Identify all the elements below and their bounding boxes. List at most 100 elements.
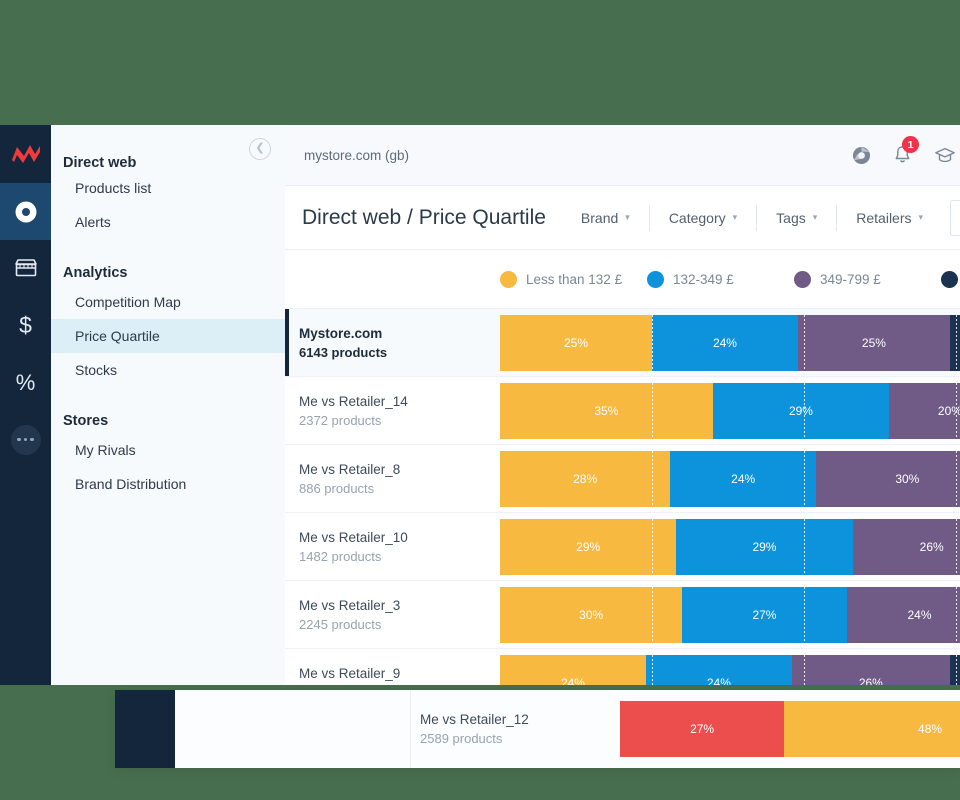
more-dots-icon [10, 424, 41, 455]
floating-bar-segment[interactable]: 27% [620, 701, 785, 757]
stacked-bar-segment[interactable]: 24% [500, 654, 646, 685]
legend-color-dot [794, 270, 811, 288]
stacked-bar-segment[interactable]: 27% [682, 586, 847, 643]
sidebar-item-products-list[interactable]: Products list [51, 171, 285, 205]
search-input[interactable]: Search [950, 199, 960, 236]
stacked-bar-segment-label: 30% [895, 471, 920, 486]
stacked-bar-segment[interactable]: 29% [712, 382, 890, 439]
chart-gridline [804, 314, 805, 371]
chevron-left-circle-icon[interactable]: ❮ [249, 138, 271, 160]
legend-item[interactable]: 132-349 £ [647, 270, 794, 288]
notifications-bell-icon[interactable]: 1 [893, 136, 919, 165]
chart-row[interactable]: Me vs Retailer_14 2372 products 35% 29% 20% [285, 377, 960, 445]
chart-row-name: Me vs Retailer_8 [299, 461, 401, 477]
floating-panel-rail [115, 690, 175, 768]
chart-row[interactable]: Me vs Retailer_9 2233 products 24% 24% 26% [285, 649, 960, 685]
rail-item-pricing[interactable]: $ [0, 297, 51, 354]
stacked-bar-segment[interactable]: 35% [500, 382, 713, 439]
rail-item-discounts[interactable]: % [0, 354, 51, 411]
chart-row[interactable]: Me vs Retailer_3 2245 products 30% 27% 24% [285, 581, 960, 649]
stacked-bar-segment-label: 24% [712, 335, 737, 350]
stacked-bar-segment-label: 29% [752, 539, 777, 554]
stacked-bar: 24% 24% 26% [500, 654, 960, 686]
stacked-bar-segment[interactable]: 26% [791, 654, 950, 686]
app-logo[interactable] [0, 125, 51, 183]
rail-item-store[interactable] [0, 240, 51, 297]
stacked-bar-segment-label: 25% [861, 335, 886, 350]
chart-row-products-count: 2233 products [299, 685, 500, 686]
chart-row-products-count: 2372 products [299, 412, 382, 428]
filter-bar: Brand ▾ Category ▾ Tags ▾ Retailers ▾ [562, 204, 942, 231]
filter-brand-label: Brand [580, 209, 619, 226]
filter-retailers[interactable]: Retailers ▾ [837, 205, 942, 231]
stacked-bar-segment[interactable]: 24% [652, 314, 798, 371]
top-bar: mystore.com (gb) 1 [285, 125, 960, 186]
chevron-down-icon: ▾ [625, 212, 630, 222]
floating-row-sub: 2589 products [420, 731, 503, 746]
stacked-bar-segment-label: 28% [573, 471, 598, 486]
sidebar-item-competition-map[interactable]: Competition Map [51, 285, 285, 319]
chart-row[interactable]: Me vs Retailer_8 886 products 28% 24% 30% [285, 445, 960, 513]
chart-gridline [956, 450, 957, 507]
filter-tags-label: Tags [776, 209, 806, 226]
stacked-bar-segment[interactable]: 24% [645, 654, 792, 686]
stacked-bar-segment[interactable]: 24% [846, 586, 960, 643]
stacked-bar-segment[interactable] [949, 314, 960, 371]
nav-heading-stores: Stores [63, 413, 109, 429]
chart-row[interactable]: Me vs Retailer_10 1482 products 29% 29% 26% [285, 513, 960, 581]
stacked-bar-segment[interactable]: 29% [500, 518, 677, 575]
stacked-bar-segment-label: 25% [563, 335, 589, 350]
stacked-bar-segment-label: 26% [858, 675, 883, 686]
chart-row-name: Mystore.com [299, 325, 383, 341]
stacked-bar-segment-label: 24% [706, 675, 731, 686]
sidebar-item-alerts[interactable]: Alerts [51, 205, 285, 239]
legend-item[interactable]: Less than 132 £ [500, 270, 647, 288]
filter-category[interactable]: Category ▾ [650, 204, 758, 231]
sidebar-item-stocks[interactable]: Stocks [51, 353, 285, 387]
legend-item[interactable]: 349-799 £ [794, 270, 941, 288]
stacked-bar-segment[interactable]: 25% [797, 314, 950, 371]
chart-gridline [956, 654, 957, 685]
chart-row-label: Me vs Retailer_10 1482 products [285, 513, 500, 580]
stacked-bar-segment[interactable]: 30% [500, 586, 683, 643]
page-title-bar: Direct web / Price Quartile Brand ▾ Cate… [285, 186, 960, 250]
chart-row-name: Me vs Retailer_3 [299, 597, 401, 613]
filter-tags[interactable]: Tags ▾ [757, 204, 838, 231]
sidebar-item-my-rivals[interactable]: My Rivals [51, 433, 285, 467]
chrome-extension-icon[interactable] [852, 146, 871, 165]
stacked-bar: 30% 27% 24% [500, 586, 960, 643]
stacked-bar-segment[interactable]: 25% [500, 314, 652, 371]
sidebar-item-price-quartile[interactable]: Price Quartile [0, 318, 285, 354]
stacked-bar-segment-label: 26% [919, 539, 944, 554]
chevron-down-icon: ▾ [918, 212, 924, 222]
rail-item-more[interactable] [0, 411, 51, 468]
rail-item-target[interactable] [0, 183, 51, 240]
stacked-bar-segment[interactable]: 29% [676, 518, 853, 575]
screenshot-stage: $ % ❮ Direct web Products list Alerts An… [0, 0, 960, 800]
chart-gridline [652, 314, 653, 371]
stacked-bar-segment[interactable] [949, 654, 960, 685]
floating-row-panel: Me vs Retailer_12 2589 products 27% 48% [115, 690, 960, 768]
stacked-bar-segment-label: 27% [752, 607, 777, 622]
graduation-cap-icon[interactable] [934, 146, 956, 165]
stacked-bar-segment-label: 24% [907, 607, 932, 622]
chevron-down-icon: ▾ [812, 212, 818, 222]
top-bar-icons: 1 [852, 136, 960, 165]
chart-rows: Mystore.com 6143 products 25% 24% 25% Me vs R… [285, 309, 960, 685]
stacked-bar-segment[interactable]: 20% [889, 382, 960, 439]
chart-row-label: Me vs Retailer_14 2372 products [285, 377, 500, 444]
stacked-bar-segment[interactable]: 30% [816, 450, 960, 507]
floating-bar-segment[interactable]: 48% [784, 701, 960, 757]
stacked-bar-segment[interactable]: 24% [670, 450, 817, 507]
chart-row-products-count: 1482 products [299, 548, 382, 564]
filter-brand[interactable]: Brand ▾ [562, 204, 650, 231]
chart-gridline [804, 450, 805, 507]
chart-row[interactable]: Mystore.com 6143 products 25% 24% 25% [285, 309, 960, 377]
stacked-bar-segment[interactable]: 28% [500, 450, 671, 507]
chart-row-products-count: 886 products [299, 480, 375, 496]
chart-row-name: Me vs Retailer_9 [299, 665, 401, 681]
stacked-bar-segment[interactable]: 26% [852, 518, 960, 575]
legend-item[interactable]: More than 799 £ [941, 270, 960, 288]
chart-gridline [804, 382, 805, 439]
sidebar-item-brand-distribution[interactable]: Brand Distribution [51, 467, 285, 501]
